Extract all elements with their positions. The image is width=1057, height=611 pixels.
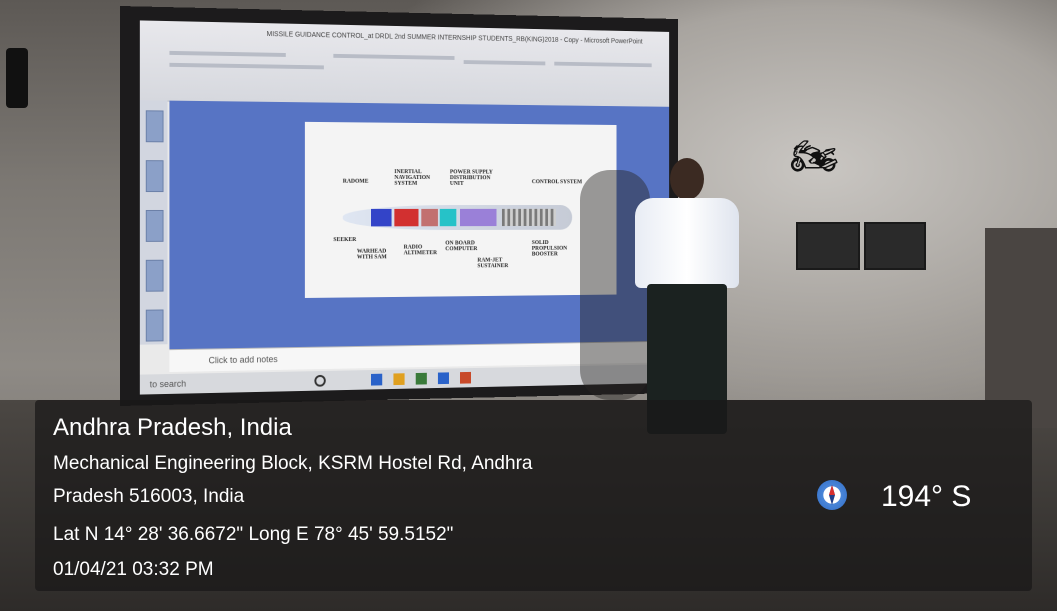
geotag-overlay: Andhra Pradesh, India Mechanical Enginee… — [35, 400, 1032, 591]
label-control: CONTROL SYSTEM — [531, 179, 583, 186]
store-icon — [415, 372, 427, 385]
app-icon — [370, 373, 383, 386]
ribbon-group — [554, 61, 652, 68]
segment-warhead — [394, 208, 419, 227]
motorbike-wall-decal: 🏍 — [790, 136, 839, 178]
address-line-2: Pradesh 516003, India — [53, 486, 245, 507]
missile-body — [342, 205, 573, 231]
wall-camera — [6, 48, 28, 108]
label-warhead: WARHEAD WITH SAM — [356, 248, 387, 261]
capture-datetime: 01/04/21 03:32 PM — [53, 559, 214, 580]
compass-icon — [817, 480, 847, 510]
label-onboard: ON BOARD COMPUTER — [445, 240, 478, 253]
segment-booster — [501, 208, 557, 227]
slide-thumb — [145, 110, 164, 143]
slide-thumb — [145, 309, 164, 342]
taskbar-search-text: to search — [149, 378, 187, 390]
photo-scene: MISSILE GUIDANCE CONTROL_at DRDL 2nd SUM… — [0, 0, 1057, 611]
segment-altimeter — [421, 208, 438, 227]
powerpoint-icon — [459, 371, 471, 384]
slide-thumbnails — [139, 100, 168, 345]
folder-icon — [393, 373, 405, 386]
label-power: POWER SUPPLY DISTRIBUTION UNIT — [449, 169, 493, 187]
segment-seeker — [370, 208, 392, 227]
switch-board — [864, 222, 926, 270]
label-seeker: SEEKER — [333, 237, 357, 244]
segment-computer — [439, 208, 457, 227]
speaker-shirt — [635, 198, 739, 288]
ribbon-group — [333, 53, 455, 60]
ppt-window-title: MISSILE GUIDANCE CONTROL_at DRDL 2nd SUM… — [266, 31, 643, 46]
notes-placeholder: Click to add notes — [208, 354, 278, 366]
segment-ramjet — [459, 208, 497, 227]
speaker-head — [670, 158, 704, 200]
ribbon-group — [169, 62, 324, 70]
label-radome: RADOME — [342, 178, 369, 185]
missile-diagram-slide: RADOME INERTIAL NAVIGATION SYSTEM POWER … — [304, 121, 617, 298]
mail-icon — [437, 372, 449, 385]
ribbon-group — [169, 50, 286, 57]
ribbon-group — [463, 60, 546, 66]
ppt-ribbon: MISSILE GUIDANCE CONTROL_at DRDL 2nd SUM… — [139, 20, 670, 108]
slide-thumb — [145, 160, 164, 193]
label-radio: RADIO ALTIMETER — [403, 244, 438, 257]
slide-thumb — [145, 209, 164, 242]
gps-coordinates: Lat N 14° 28' 36.6672" Long E 78° 45' 59… — [53, 524, 454, 545]
slide-thumb — [145, 259, 164, 292]
label-inertial: INERTIAL NAVIGATION SYSTEM — [394, 169, 431, 187]
switch-board — [796, 222, 860, 270]
address-line-1: Mechanical Engineering Block, KSRM Hoste… — [53, 453, 533, 474]
door — [985, 228, 1057, 428]
location-title: Andhra Pradesh, India — [53, 414, 292, 441]
label-solid: SOLID PROPULSION BOOSTER — [531, 240, 568, 258]
compass-heading: 194° S — [881, 480, 972, 513]
cortana-icon — [314, 374, 326, 387]
label-ramjet: RAM-JET SUSTAINER — [477, 257, 509, 270]
